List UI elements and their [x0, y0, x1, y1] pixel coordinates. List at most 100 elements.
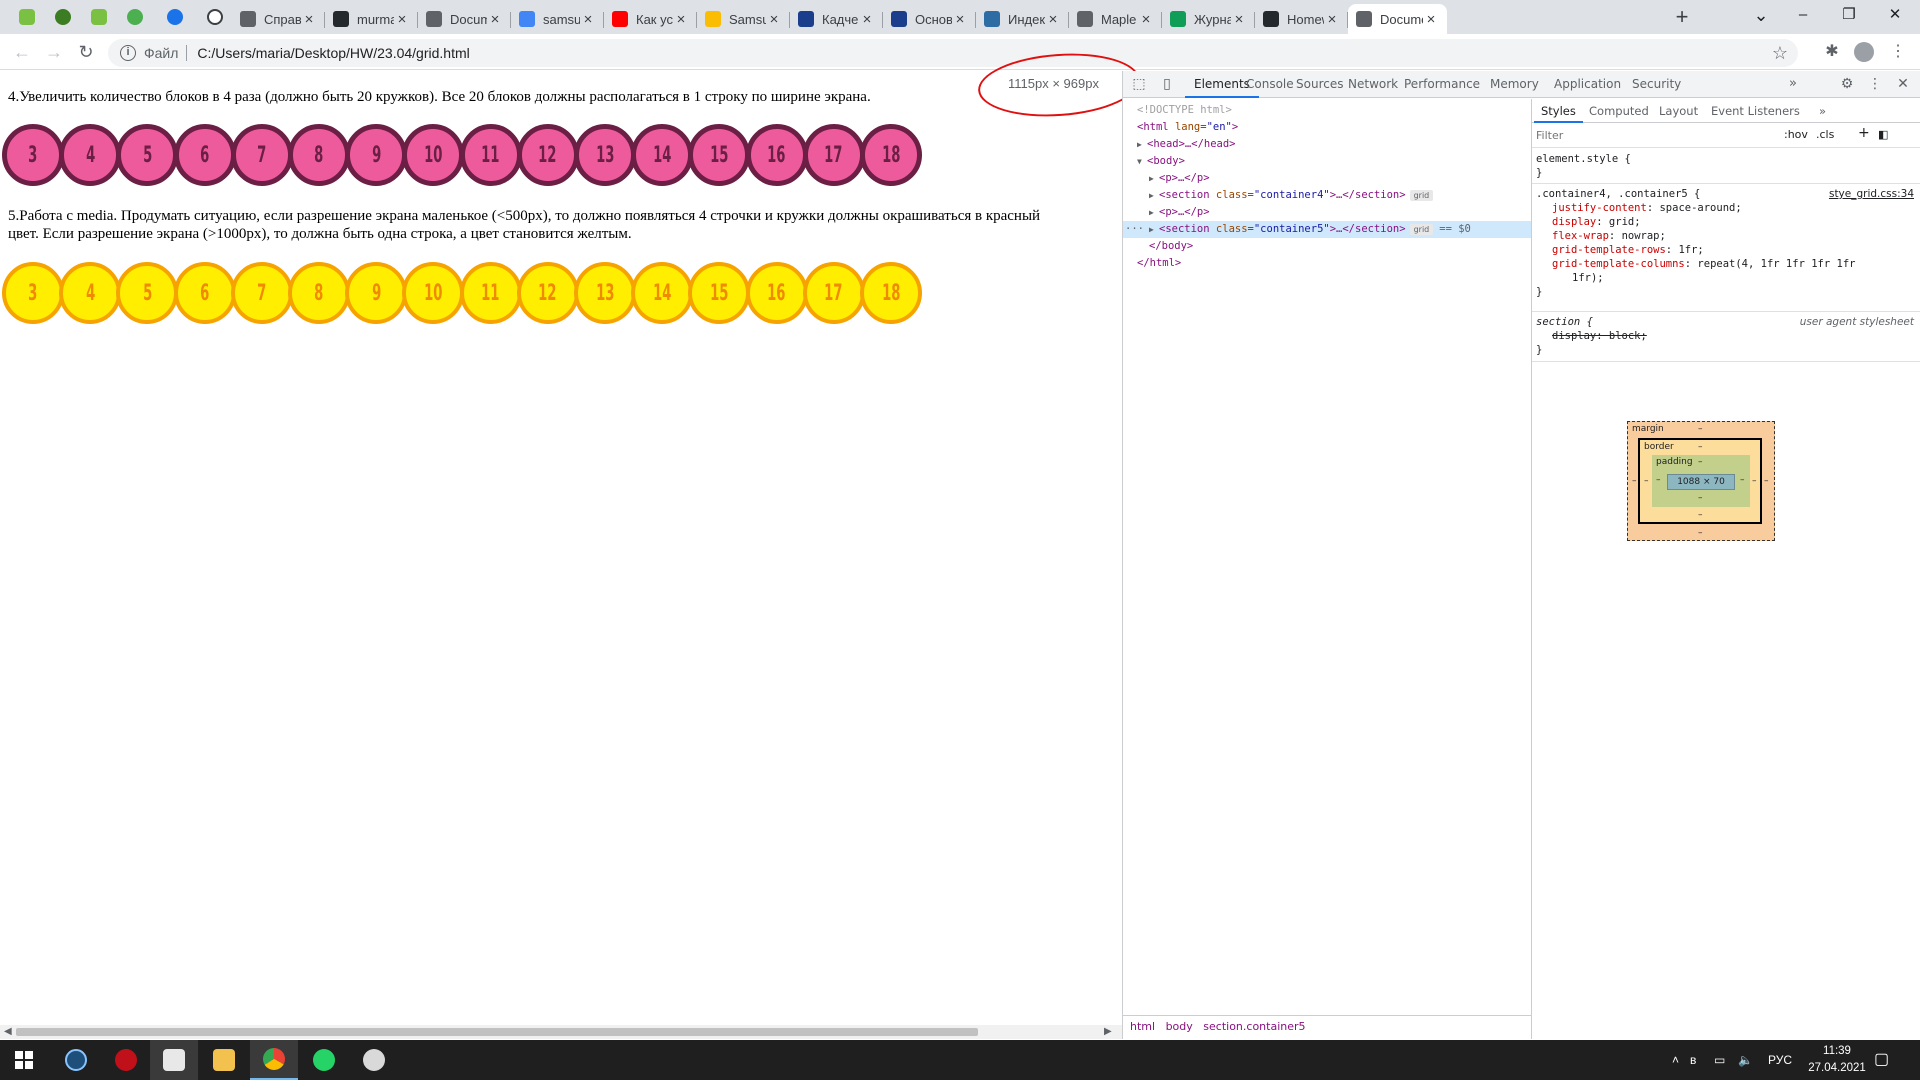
devtools-tab-performance[interactable]: Performance — [1395, 71, 1489, 98]
expand-triangle-icon[interactable]: ▶ — [1149, 187, 1159, 204]
ellipsis-icon[interactable]: ··· — [1125, 221, 1144, 238]
grid-badge[interactable]: grid — [1409, 224, 1434, 235]
browser-tab[interactable]: Кадченк× — [790, 4, 883, 34]
rule-source-link[interactable]: stye_grid.css:34 — [1829, 187, 1914, 201]
hov-toggle[interactable]: :hov — [1784, 128, 1808, 141]
tab-search-button[interactable]: ⌄ — [1738, 0, 1784, 30]
css-property[interactable]: 1fr); — [1536, 271, 1918, 285]
pinned-tab[interactable] — [52, 6, 74, 28]
ua-property[interactable]: display: block; — [1536, 329, 1918, 343]
close-tab-icon[interactable]: × — [1423, 11, 1439, 28]
close-tab-icon[interactable]: × — [673, 11, 689, 28]
start-button[interactable] — [0, 1040, 48, 1080]
css-property[interactable]: grid-template-columns: repeat(4, 1fr 1fr… — [1536, 257, 1918, 271]
more-tabs-icon[interactable]: » — [1785, 76, 1801, 92]
close-tab-icon[interactable]: × — [580, 11, 596, 28]
system-clock[interactable]: 11:39 27.04.2021 — [1806, 1043, 1868, 1077]
taskbar-red-app[interactable] — [102, 1040, 150, 1080]
reload-button[interactable]: ↻ — [74, 40, 98, 64]
collapse-triangle-icon[interactable]: ▼ — [1137, 153, 1147, 170]
bookmark-star-icon[interactable]: ☆ — [1772, 43, 1788, 64]
back-button[interactable]: ← — [10, 40, 34, 64]
close-tab-icon[interactable]: × — [1138, 11, 1154, 28]
browser-tab[interactable]: Основы× — [883, 4, 976, 34]
css-property[interactable]: display: grid; — [1536, 215, 1918, 229]
horizontal-scrollbar[interactable]: ◀ ▶ — [0, 1025, 1122, 1039]
dom-section-container4[interactable]: ▶ <section class="container4">…</section>… — [1123, 187, 1531, 204]
restore-button[interactable]: ❐ — [1826, 0, 1872, 30]
profile-avatar[interactable] — [1852, 40, 1876, 64]
css-property[interactable]: grid-template-rows: 1fr; — [1536, 243, 1918, 257]
devtools-tab-security[interactable]: Security — [1623, 71, 1690, 98]
menu-kebab-icon[interactable]: ⋮ — [1886, 40, 1910, 64]
tab-layout[interactable]: Layout — [1652, 99, 1705, 123]
input-language[interactable]: РУС — [1768, 1040, 1792, 1080]
css-property[interactable]: flex-wrap: nowrap; — [1536, 229, 1918, 243]
new-rule-icon[interactable]: + — [1858, 125, 1870, 141]
expand-triangle-icon[interactable]: ▶ — [1149, 170, 1159, 187]
close-tab-icon[interactable]: × — [1231, 11, 1247, 28]
dom-body-node[interactable]: ▼ <body> — [1123, 153, 1531, 170]
close-tab-icon[interactable]: × — [952, 11, 968, 28]
taskbar-paint[interactable] — [350, 1040, 398, 1080]
pinned-tab[interactable] — [16, 6, 38, 28]
dom-p-node[interactable]: ▶ <p>…</p> — [1123, 204, 1531, 221]
device-toolbar-icon[interactable]: ▯ — [1159, 76, 1175, 92]
info-icon[interactable]: i — [120, 45, 136, 61]
dom-html-close[interactable]: </html> — [1123, 255, 1531, 272]
pinned-tab[interactable] — [88, 6, 110, 28]
dom-body-close[interactable]: </body> — [1123, 238, 1531, 255]
taskbar-calculator[interactable] — [150, 1040, 198, 1080]
close-tab-icon[interactable]: × — [487, 11, 503, 28]
pinned-tab[interactable] — [204, 6, 226, 28]
close-tab-icon[interactable]: × — [394, 11, 410, 28]
browser-tab[interactable]: Справоч× — [232, 4, 325, 34]
taskbar-whatsapp[interactable] — [300, 1040, 348, 1080]
show-hidden-icons[interactable]: ˄ — [1672, 1040, 1679, 1080]
extensions-icon[interactable]: ✱ — [1820, 40, 1844, 64]
browser-tab[interactable]: Samsung× — [697, 4, 790, 34]
new-tab-button[interactable]: + — [1670, 6, 1694, 30]
browser-tab[interactable]: Журнал× — [1162, 4, 1255, 34]
tab-computed[interactable]: Computed — [1582, 99, 1656, 123]
browser-tab[interactable]: Индекс× — [976, 4, 1069, 34]
close-tab-icon[interactable]: × — [1045, 11, 1061, 28]
breadcrumb-html[interactable]: html — [1130, 1020, 1155, 1033]
network-icon[interactable]: ▭ — [1714, 1040, 1725, 1080]
notifications-icon[interactable]: ▢ — [1874, 1040, 1889, 1080]
dom-html-node[interactable]: <html lang="en"> — [1123, 119, 1531, 136]
scroll-right-arrow[interactable]: ▶ — [1104, 1026, 1112, 1037]
volume-icon[interactable]: 🔈 — [1738, 1040, 1753, 1080]
dom-head-node[interactable]: ▶ <head>…</head> — [1123, 136, 1531, 153]
toggle-sidebar-icon[interactable]: ◧ — [1878, 128, 1888, 141]
settings-gear-icon[interactable]: ⚙ — [1839, 76, 1855, 92]
cls-toggle[interactable]: .cls — [1816, 128, 1834, 141]
forward-button[interactable]: → — [42, 40, 66, 64]
devtools-tab-application[interactable]: Application — [1545, 71, 1630, 98]
browser-tab[interactable]: Docume× — [418, 4, 511, 34]
close-devtools-icon[interactable]: ✕ — [1895, 76, 1911, 92]
pinned-tab[interactable] — [164, 6, 186, 28]
tab-event-listeners[interactable]: Event Listeners — [1704, 99, 1807, 123]
taskbar-chrome[interactable] — [250, 1040, 298, 1080]
styles-more-tabs[interactable]: » — [1812, 99, 1833, 123]
breadcrumb-section[interactable]: section.container5 — [1203, 1020, 1305, 1033]
styles-filter-input[interactable] — [1536, 127, 1766, 144]
devtools-tab-memory[interactable]: Memory — [1481, 71, 1548, 98]
tab-styles[interactable]: Styles — [1534, 99, 1583, 123]
devtools-menu-icon[interactable]: ⋮ — [1867, 76, 1883, 92]
pinned-tab[interactable] — [124, 6, 146, 28]
close-tab-icon[interactable]: × — [1324, 11, 1340, 28]
browser-tab[interactable]: samsung× — [511, 4, 604, 34]
close-tab-icon[interactable]: × — [301, 11, 317, 28]
browser-tab[interactable]: Docume× — [1348, 4, 1447, 34]
browser-tab[interactable]: Homew× — [1255, 4, 1348, 34]
inspect-element-icon[interactable]: ⬚ — [1131, 76, 1147, 92]
minimize-button[interactable]: – — [1780, 0, 1826, 30]
browser-tab[interactable]: Maple E× — [1069, 4, 1162, 34]
dom-section-container5[interactable]: ··· ▶ <section class="container5">…</secti… — [1123, 221, 1531, 238]
taskbar-file-explorer[interactable] — [200, 1040, 248, 1080]
bluetooth-icon[interactable]: ʙ — [1690, 1040, 1696, 1080]
css-property[interactable]: justify-content: space-around; — [1536, 201, 1918, 215]
breadcrumb-body[interactable]: body — [1166, 1020, 1193, 1033]
